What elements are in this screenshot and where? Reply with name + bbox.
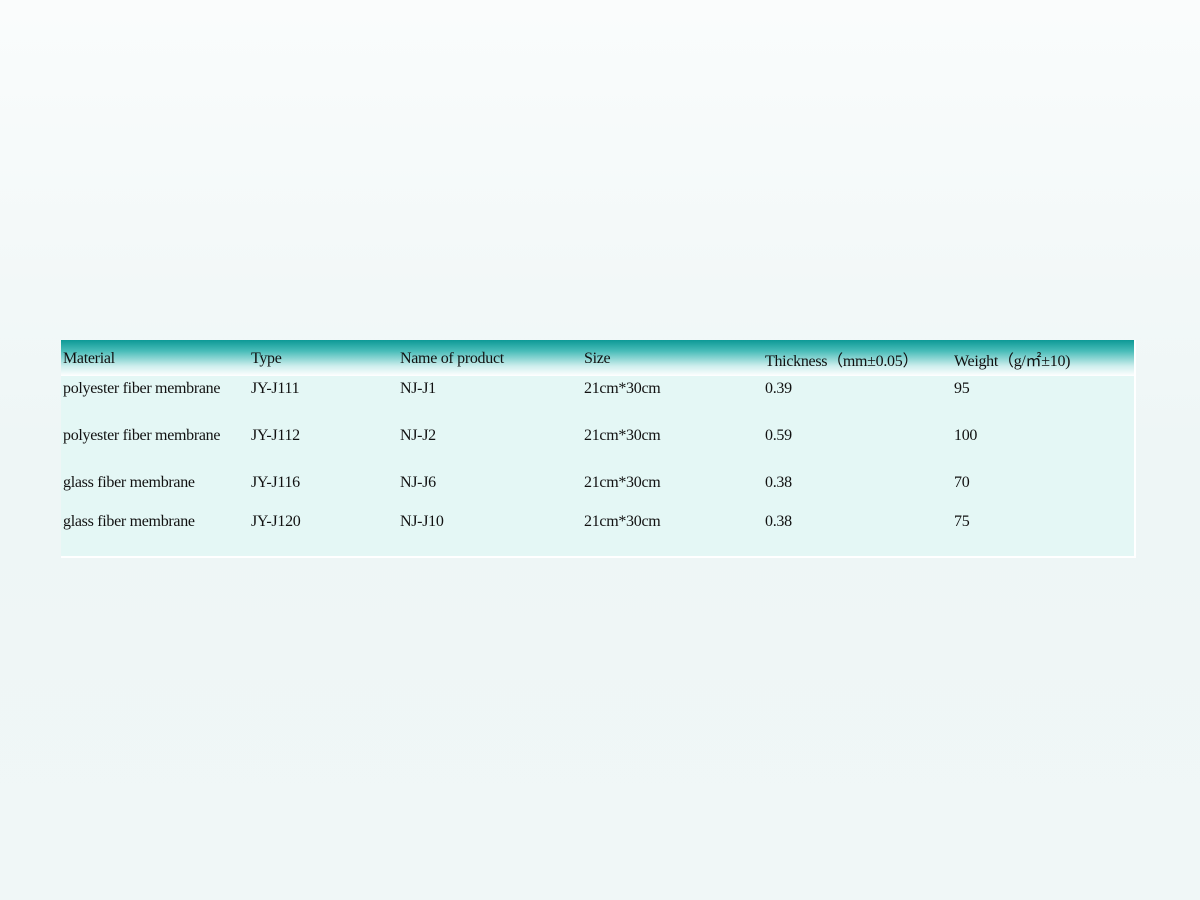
table-row: glass fiber membrane JY-J120 NJ-J10 21cm… — [61, 509, 1134, 548]
header-type: Type — [251, 350, 282, 367]
cell-thickness: 0.38 — [765, 513, 792, 530]
cell-thickness: 0.39 — [765, 380, 792, 397]
table-row: glass fiber membrane JY-J116 NJ-J6 21cm*… — [61, 470, 1134, 509]
cell-size: 21cm*30cm — [584, 380, 661, 397]
cell-name-of-product: NJ-J6 — [400, 474, 436, 491]
header-size: Size — [584, 350, 611, 367]
cell-size: 21cm*30cm — [584, 513, 661, 530]
cell-material: glass fiber membrane — [63, 474, 195, 491]
table-row: polyester fiber membrane JY-J112 NJ-J2 2… — [61, 423, 1134, 470]
cell-material: glass fiber membrane — [63, 513, 195, 530]
cell-type: JY-J111 — [251, 380, 300, 397]
cell-weight: 70 — [954, 474, 970, 491]
cell-material: polyester fiber membrane — [63, 380, 221, 397]
cell-name-of-product: NJ-J2 — [400, 427, 436, 444]
product-spec-table-container: Material Type Name of product Size Thick… — [61, 340, 1136, 558]
cell-size: 21cm*30cm — [584, 474, 661, 491]
cell-type: JY-J120 — [251, 513, 301, 530]
cell-weight: 95 — [954, 380, 970, 397]
cell-thickness: 0.38 — [765, 474, 792, 491]
table-row: polyester fiber membrane JY-J111 NJ-J1 2… — [61, 376, 1134, 423]
cell-weight: 75 — [954, 513, 970, 530]
header-weight: Weight（g/㎡±10) — [954, 353, 1071, 370]
cell-type: JY-J116 — [251, 474, 300, 491]
cell-material: polyester fiber membrane — [63, 427, 221, 444]
cell-type: JY-J112 — [251, 427, 300, 444]
cell-name-of-product: NJ-J10 — [400, 513, 444, 530]
table-header-row: Material Type Name of product Size Thick… — [61, 340, 1134, 376]
cell-name-of-product: NJ-J1 — [400, 380, 436, 397]
header-name-of-product: Name of product — [400, 350, 504, 367]
cell-thickness: 0.59 — [765, 427, 792, 444]
product-spec-table: Material Type Name of product Size Thick… — [61, 340, 1134, 548]
cell-size: 21cm*30cm — [584, 427, 661, 444]
header-material: Material — [63, 350, 115, 367]
cell-weight: 100 — [954, 427, 978, 444]
header-thickness: Thickness（mm±0.05） — [765, 353, 919, 370]
